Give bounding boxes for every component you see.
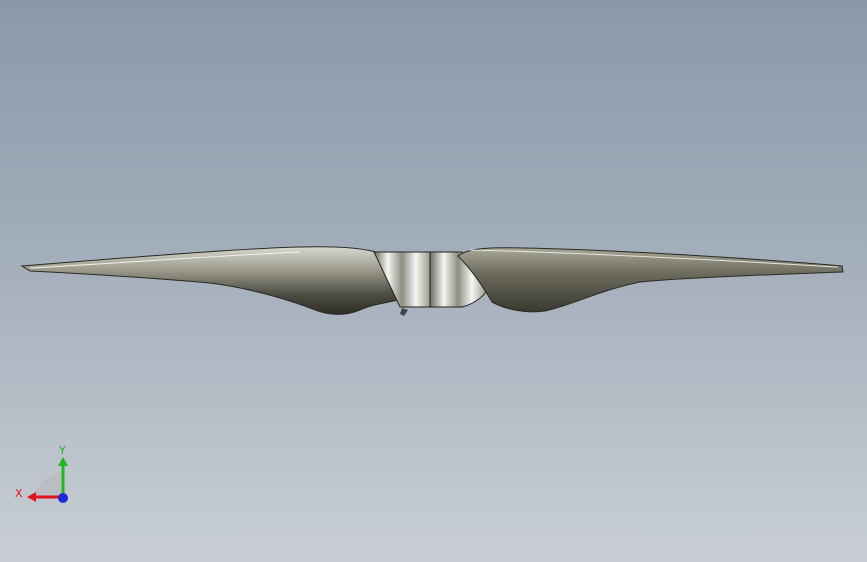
y-label: Y — [58, 444, 66, 457]
z-axis-dot — [58, 493, 68, 503]
triad-plane — [34, 472, 62, 498]
y-arrow-icon — [58, 457, 68, 466]
x-label: X — [15, 487, 23, 500]
propeller-model[interactable] — [0, 0, 867, 562]
x-arrow-icon — [27, 492, 36, 502]
graphics-viewport[interactable]: Y X — [0, 0, 867, 562]
coordinate-triad: Y X — [15, 444, 68, 503]
hub-tab — [400, 308, 408, 316]
